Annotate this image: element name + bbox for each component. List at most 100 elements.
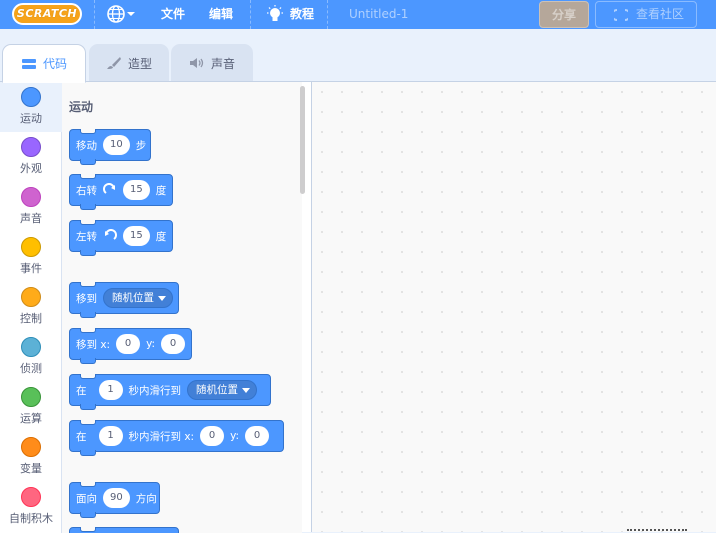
lightbulb-icon xyxy=(267,4,283,21)
category-dot xyxy=(21,87,41,107)
category-menu: 运动 外观 声音 事件 控制 侦测 运算 变量 自制积木 xyxy=(0,82,62,533)
scratch-logo[interactable]: SCRATCH xyxy=(12,3,82,25)
tab-costumes[interactable]: 造型 xyxy=(89,44,169,82)
category-label: 变量 xyxy=(20,462,42,475)
tab-label: 造型 xyxy=(127,56,152,71)
rotate-right-icon xyxy=(103,183,115,194)
category-events[interactable]: 事件 xyxy=(0,232,62,282)
chevron-down-icon xyxy=(158,295,166,301)
glide-target-dropdown[interactable]: 随机位置 xyxy=(187,380,257,400)
block-label: 步 xyxy=(135,139,147,152)
category-operators[interactable]: 运算 xyxy=(0,382,62,432)
block-label: 秒内滑行到 xyxy=(128,384,182,397)
see-community-button[interactable]: 查看社区 xyxy=(595,1,697,28)
menu-divider xyxy=(327,0,328,29)
point-direction-block[interactable]: 面向 90 方向 xyxy=(69,482,160,518)
category-dot xyxy=(21,487,41,507)
tab-sounds[interactable]: 声音 xyxy=(171,44,253,82)
category-variables[interactable]: 变量 xyxy=(0,432,62,482)
block-label: 在 xyxy=(76,430,87,443)
tutorials-menu[interactable]: 教程 xyxy=(266,0,314,29)
tab-code[interactable]: 代码 xyxy=(2,44,86,83)
block-label: 左转 xyxy=(76,230,97,243)
chevron-down-icon xyxy=(242,387,250,393)
project-title-input[interactable]: Untitled-1 xyxy=(338,3,518,26)
script-area[interactable] xyxy=(312,81,716,532)
turn-left-block[interactable]: 左转 15 度 xyxy=(69,220,173,256)
tab-label: 代码 xyxy=(42,57,67,71)
dropdown-value: 随机位置 xyxy=(112,292,154,304)
turn-right-block[interactable]: 右转 15 度 xyxy=(69,174,173,210)
degrees-input[interactable]: 15 xyxy=(123,180,150,200)
category-sensing[interactable]: 侦测 xyxy=(0,332,62,382)
block-label: 移动 xyxy=(76,139,97,152)
speaker-icon xyxy=(189,58,204,68)
category-label: 控制 xyxy=(20,312,42,325)
block-label: 度 xyxy=(155,230,167,243)
category-dot xyxy=(21,137,41,157)
category-dot xyxy=(21,387,41,407)
category-looks[interactable]: 外观 xyxy=(0,132,62,182)
category-dot xyxy=(21,337,41,357)
category-dot xyxy=(21,287,41,307)
rotate-left-icon xyxy=(105,229,117,240)
canvas-dotted-mark xyxy=(627,529,687,531)
steps-input[interactable]: 10 xyxy=(103,135,130,155)
language-menu[interactable] xyxy=(106,4,136,24)
category-label: 事件 xyxy=(20,262,42,275)
blocks-panel: 运动 外观 声音 事件 控制 侦测 运算 变量 自制积木 运动 移动 10 步 … xyxy=(0,81,312,533)
menu-divider xyxy=(250,0,251,29)
move-steps-block[interactable]: 移动 10 步 xyxy=(69,129,151,165)
file-menu[interactable]: 文件 xyxy=(161,0,185,29)
category-label: 外观 xyxy=(20,162,42,175)
direction-input[interactable]: 90 xyxy=(103,488,130,508)
dropdown-value: 随机位置 xyxy=(196,384,238,396)
category-label: 运算 xyxy=(20,412,42,425)
category-label: 声音 xyxy=(20,212,42,225)
block-label: 度 xyxy=(155,184,167,197)
y-input[interactable]: 0 xyxy=(161,334,186,354)
block-label: 面向 xyxy=(76,492,97,505)
x-input[interactable]: 0 xyxy=(116,334,141,354)
x-input[interactable]: 0 xyxy=(200,426,225,446)
partial-block[interactable] xyxy=(69,527,179,533)
seconds-input[interactable]: 1 xyxy=(98,426,123,446)
palette-scrollbar[interactable] xyxy=(300,86,305,194)
block-palette: 运动 移动 10 步 右转 15 度 左转 15 度 移到 随机位置 移到 x:… xyxy=(62,82,302,533)
glide-xy-block[interactable]: 在 1 秒内滑行到 x: 0 y: 0 xyxy=(69,420,284,456)
globe-icon xyxy=(107,5,135,23)
section-title: 运动 xyxy=(69,100,94,114)
share-button[interactable]: 分享 xyxy=(539,1,589,28)
category-dot xyxy=(21,437,41,457)
goto-block[interactable]: 移到 随机位置 xyxy=(69,282,179,318)
y-input[interactable]: 0 xyxy=(245,426,270,446)
seconds-input[interactable]: 1 xyxy=(98,380,123,400)
glide-block[interactable]: 在 1 秒内滑行到 随机位置 xyxy=(69,374,271,410)
category-dot xyxy=(21,237,41,257)
block-label: 移到 xyxy=(76,292,97,305)
tutorials-label: 教程 xyxy=(290,7,315,21)
category-sound[interactable]: 声音 xyxy=(0,182,62,232)
category-dot xyxy=(21,187,41,207)
block-label: 秒内滑行到 x: xyxy=(128,430,195,443)
category-label: 侦测 xyxy=(20,362,42,375)
category-label: 自制积木 xyxy=(9,512,53,525)
category-my-blocks[interactable]: 自制积木 xyxy=(0,482,62,532)
block-label: y: xyxy=(230,430,240,442)
block-label: y: xyxy=(146,338,156,350)
goto-xy-block[interactable]: 移到 x: 0 y: 0 xyxy=(69,328,192,364)
degrees-input[interactable]: 15 xyxy=(123,226,150,246)
menu-bar: SCRATCH 文件 编辑 教程 Untitled-1 分享 查看社区 xyxy=(0,0,716,29)
block-label: 方向 xyxy=(135,492,157,505)
goto-target-dropdown[interactable]: 随机位置 xyxy=(103,288,173,308)
community-label: 查看社区 xyxy=(636,7,685,21)
block-label: 移到 x: xyxy=(76,338,111,351)
block-label: 在 xyxy=(76,384,87,397)
category-motion[interactable]: 运动 xyxy=(0,82,62,132)
code-icon xyxy=(21,58,36,69)
block-label: 右转 xyxy=(76,184,97,197)
category-control[interactable]: 控制 xyxy=(0,282,62,332)
community-icon xyxy=(614,9,628,21)
edit-menu[interactable]: 编辑 xyxy=(209,0,233,29)
tab-label: 声音 xyxy=(210,56,235,71)
